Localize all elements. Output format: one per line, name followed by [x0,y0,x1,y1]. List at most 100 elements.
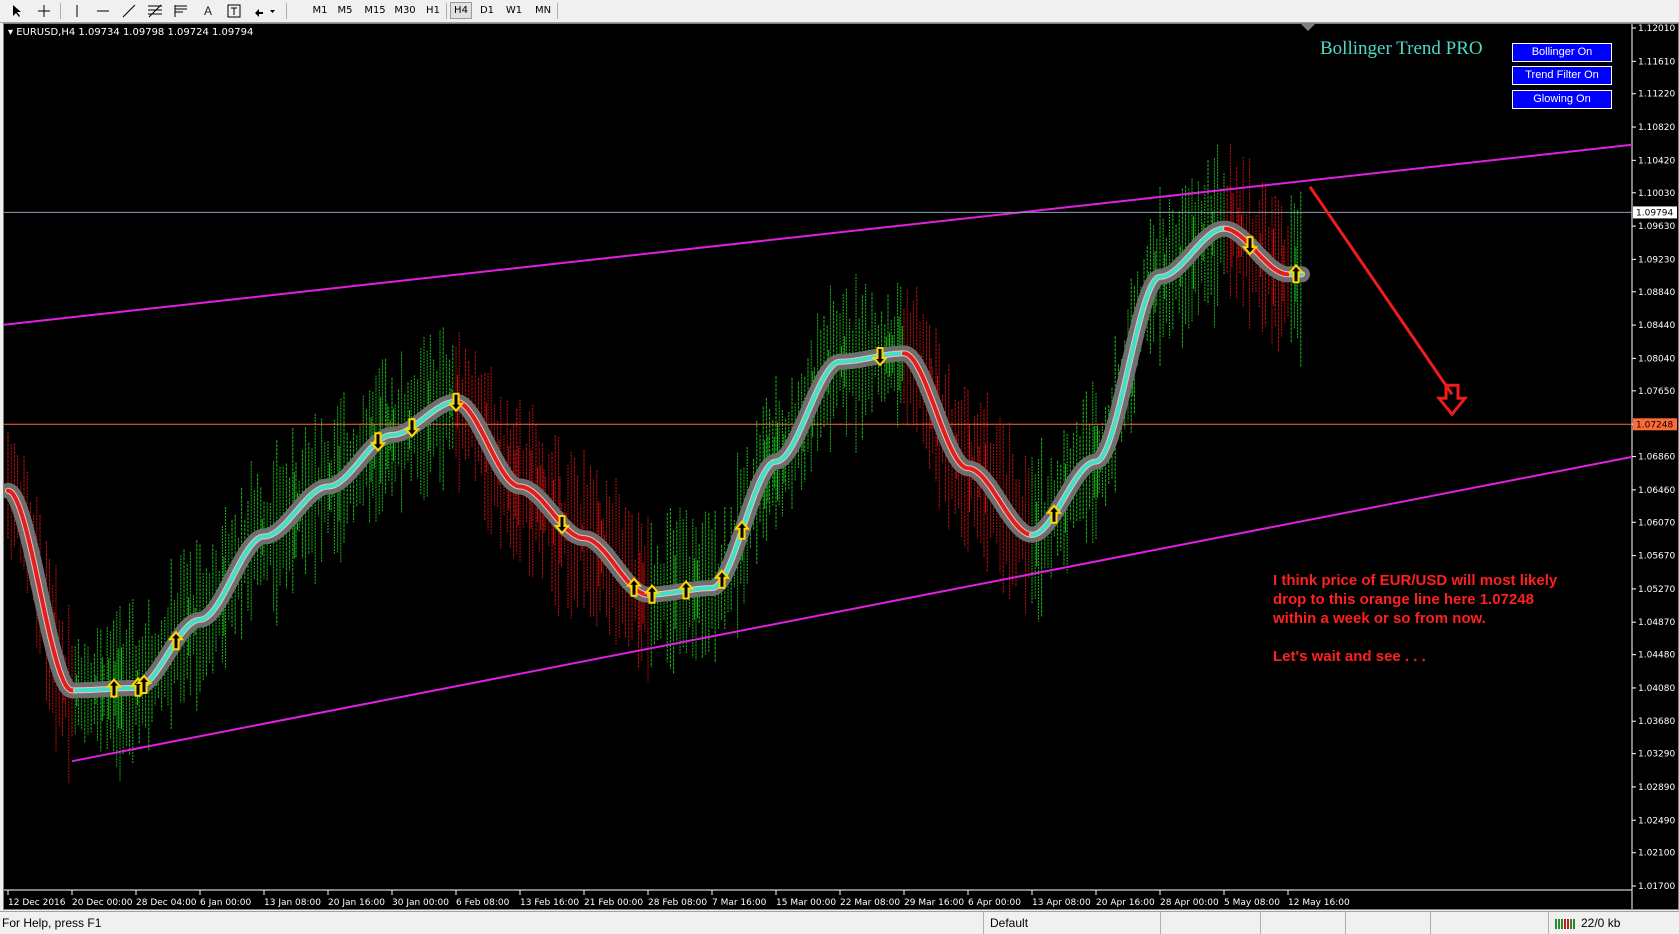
y-tick-label: 1.08440 [1638,321,1675,331]
y-tick-label: 1.04870 [1638,618,1675,628]
status-separator [1548,912,1549,934]
x-tick-label: 20 Jan 16:00 [328,898,385,908]
chart-toolbar: A M1 M5 M15 M30 H1 H4 D1 W1 MN [0,0,1679,23]
y-tick-label: 1.08840 [1638,288,1675,298]
orange-level-tag-text: 1.07248 [1636,420,1673,430]
timeframe-h1[interactable]: H1 [422,2,444,19]
y-tick-label: 1.06860 [1638,453,1675,463]
x-tick-label: 13 Jan 08:00 [264,898,321,908]
x-tick-label: 12 Dec 2016 [8,898,66,908]
status-separator [1160,912,1161,934]
y-tick-label: 1.04080 [1638,684,1675,694]
note-line: I think price of EUR/USD will most likel… [1273,572,1558,589]
cursor-icon[interactable] [6,2,28,19]
x-tick-label: 28 Dec 04:00 [136,898,197,908]
text-label-icon[interactable] [224,2,244,19]
trendline-icon[interactable] [118,2,140,19]
orange-level-tag: 1.07248 [1633,418,1677,431]
note-line [1273,628,1557,647]
y-tick-label: 1.12010 [1638,24,1675,34]
toolbar-separator [286,3,287,19]
price-chart[interactable]: 1.12010 1.11610 1.11220 1.10820 1.10420 1.100… [4,24,1678,909]
x-tick-label: 13 Apr 08:00 [1032,898,1091,908]
x-tick-label: 28 Apr 00:00 [1160,898,1219,908]
x-tick-label: 6 Apr 00:00 [968,898,1021,908]
profile-name: Default [990,916,1029,930]
trend-filter-toggle-button[interactable]: Trend Filter On [1512,66,1612,85]
chart-window[interactable]: 1.12010 1.11610 1.11220 1.10820 1.10420 1.100… [3,23,1679,910]
projection-arrow-head [1435,383,1469,417]
x-tick-label: 15 Mar 00:00 [776,898,836,908]
timeframe-h4[interactable]: H4 [450,2,472,19]
traffic-counter: 22/0 kb [1581,916,1621,930]
y-tick-label: 1.09630 [1638,222,1675,232]
chart-shift-icon [1301,24,1315,31]
y-tick-label: 1.07650 [1638,387,1675,397]
timeframe-mn[interactable]: MN [531,2,555,19]
fibo-fan-icon[interactable] [170,2,192,19]
timeframe-d1[interactable]: D1 [476,2,498,19]
x-tick-label: 5 May 08:00 [1224,898,1280,908]
y-tick-label: 1.05270 [1638,585,1675,595]
x-tick-label: 7 Mar 16:00 [712,898,767,908]
fibonacci-icon[interactable] [144,2,166,19]
bollinger-toggle-button[interactable]: Bollinger On [1512,43,1612,62]
analysis-note: I think price of EUR/USD will most likel… [1273,571,1557,666]
status-separator [983,912,984,934]
x-tick-label: 21 Feb 00:00 [584,898,643,908]
y-tick-label: 1.11610 [1638,57,1675,67]
current-price-tag-text: 1.09794 [1636,208,1673,218]
status-separator [1430,912,1431,934]
y-tick-label: 1.04480 [1638,651,1675,661]
symbol-ohlc: EURUSD,H4 1.09734 1.09798 1.09724 1.0979… [16,27,254,38]
x-tick-label: 6 Feb 08:00 [456,898,510,908]
glowing-toggle-button[interactable]: Glowing On [1512,90,1612,109]
collapse-triangle-icon[interactable]: ▾ [8,27,13,38]
y-tick-label: 1.03680 [1638,717,1675,727]
timeframe-m15[interactable]: M15 [361,2,389,19]
timeframe-m5[interactable]: M5 [334,2,356,19]
timeframe-w1[interactable]: W1 [503,2,525,19]
toolbar-separator [60,3,61,19]
note-line: Let's wait and see . . . [1273,648,1426,665]
x-tick-label: 28 Feb 08:00 [648,898,707,908]
channel-upper-line [4,143,1633,326]
projection-arrow-line [1308,185,1454,396]
horizontal-line-icon[interactable] [92,2,114,19]
y-tick-label: 1.02490 [1638,816,1675,826]
symbol-header: ▾ EURUSD,H4 1.09734 1.09798 1.09724 1.09… [8,27,253,38]
y-tick-label: 1.06070 [1638,518,1675,528]
x-tick-label: 20 Apr 16:00 [1096,898,1155,908]
status-separator [1260,912,1261,934]
y-tick-label: 1.10820 [1638,123,1675,133]
note-line: drop to this orange line here 1.07248 [1273,591,1534,608]
note-line: within a week or so from now. [1273,610,1486,627]
toolbar-separator [446,3,447,19]
timeframe-m30[interactable]: M30 [391,2,419,19]
y-tick-label: 1.10420 [1638,156,1675,166]
status-bar: For Help, press F1 Default 22/0 kb [0,911,1679,934]
status-separator [1345,912,1346,934]
y-tick-label: 1.01700 [1638,882,1675,892]
indicator-title: Bollinger Trend PRO [1320,38,1483,59]
x-tick-label: 22 Mar 08:00 [840,898,900,908]
y-tick-label: 1.06460 [1638,486,1675,496]
y-tick-label: 1.05670 [1638,552,1675,562]
y-tick-label: 1.08040 [1638,354,1675,364]
y-tick-label: 1.02890 [1638,783,1675,793]
text-tool-label[interactable]: A [198,2,218,19]
y-tick-label: 1.11220 [1638,90,1675,100]
connection-bars-icon [1555,917,1577,932]
timeframe-m1[interactable]: M1 [309,2,331,19]
vertical-line-icon[interactable] [68,2,86,19]
y-tick-label: 1.09230 [1638,255,1675,265]
y-tick-label: 1.10030 [1638,189,1675,199]
arrows-icon[interactable] [250,2,280,19]
current-price-tag: 1.09794 [1633,206,1677,219]
crosshair-icon[interactable] [33,2,55,19]
x-tick-label: 29 Mar 16:00 [904,898,964,908]
y-tick-label: 1.03290 [1638,750,1675,760]
candles-group [7,144,1302,784]
x-tick-label: 20 Dec 00:00 [72,898,133,908]
x-tick-label: 12 May 16:00 [1288,898,1350,908]
